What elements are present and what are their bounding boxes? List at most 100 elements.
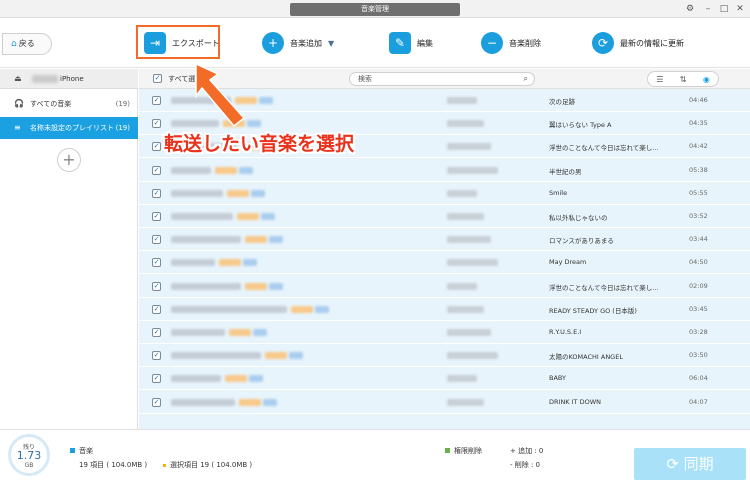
song-tag-blurred [237, 213, 259, 220]
window-title: 音楽管理 [290, 3, 460, 16]
album-name: 翼はいらない Type A [549, 121, 612, 130]
album-name: 次の足跡 [549, 98, 575, 106]
table-row[interactable]: ✓ May Dream 04:50 [139, 251, 750, 275]
artist-blurred [447, 375, 477, 383]
song-tag-blurred [253, 329, 267, 336]
row-checkbox[interactable]: ✓ [152, 397, 161, 407]
toolbar: ⌂ 戻る ⇥ エクスポート + 音楽追加 ▼ ✎ 編集 − 音楽削除 ⟳ 最新の情… [0, 18, 750, 68]
edit-button[interactable]: ✎ 編集 [389, 30, 433, 56]
artist-blurred [447, 305, 484, 313]
song-title-blurred [171, 352, 261, 360]
refresh-button[interactable]: ⟳ 最新の情報に更新 [592, 30, 684, 56]
total-items: 19 項目 ( 104.0MB ) [79, 461, 148, 469]
add-music-button[interactable]: + 音楽追加 ▼ [262, 30, 334, 56]
delete-music-button[interactable]: − 音楽削除 [481, 30, 541, 56]
artist-blurred [447, 398, 484, 406]
headphones-remove-icon: − [481, 32, 503, 54]
sort-icon[interactable]: ⇅ [680, 75, 687, 84]
sidebar-item-playlist[interactable]: ≡ 名称未設定のプレイリスト (19) [0, 117, 138, 139]
row-checkbox[interactable]: ✓ [152, 212, 161, 221]
sidebar-item-all-music[interactable]: 🎧 すべての音楽 (19) [0, 93, 138, 115]
refresh-icon: ⟳ [592, 32, 614, 54]
song-duration: 04:50 [689, 258, 708, 267]
row-checkbox[interactable]: ✓ [152, 96, 161, 105]
table-row[interactable]: ✓ 私以外私じゃないの 03:52 [139, 205, 750, 228]
device-owner-blurred [32, 75, 58, 83]
artist-blurred [447, 329, 491, 336]
album-name: 浮世のことなんて今日は忘れて楽し... [549, 144, 659, 153]
artist-blurred [447, 259, 498, 267]
row-checkbox[interactable]: ✓ [152, 142, 161, 152]
song-tag-blurred [239, 398, 261, 406]
table-row[interactable]: ✓ READY STEADY GO (日本版) 03:45 [139, 298, 750, 321]
headphones-icon: 🎧 [14, 99, 24, 108]
close-icon[interactable]: ✕ [734, 3, 746, 15]
song-tag-blurred [289, 352, 303, 360]
added-count: + 追加 : 0 [510, 447, 544, 455]
row-checkbox[interactable]: ✓ [152, 351, 161, 361]
artist-blurred [447, 189, 477, 197]
table-row[interactable]: ✓ BABY 06:04 [139, 367, 750, 391]
search-icon[interactable]: ⌕ [524, 73, 528, 85]
song-title-blurred [171, 398, 235, 406]
minimize-icon[interactable]: – [702, 3, 714, 15]
chevron-down-icon[interactable]: ▼ [328, 39, 334, 48]
row-checkbox[interactable]: ✓ [152, 165, 161, 175]
table-row[interactable]: ✓ Smile 05:55 [139, 182, 750, 205]
artist-blurred [447, 352, 498, 360]
song-duration: 06:04 [689, 374, 708, 383]
annotation-arrow [195, 62, 246, 128]
song-duration: 05:55 [689, 188, 708, 197]
table-row[interactable]: ✓ 太陽のKOMACHI ANGEL 03:50 [139, 344, 750, 368]
album-name: READY STEADY GO (日本版) [549, 306, 637, 315]
sync-icon: ⟳ [666, 455, 679, 473]
artist-blurred [447, 213, 484, 220]
row-checkbox[interactable]: ✓ [152, 328, 161, 337]
export-highlight-box [136, 25, 220, 59]
song-tag-blurred [249, 375, 263, 383]
album-name: May Dream [549, 258, 587, 267]
eject-icon[interactable]: ⏏ [14, 69, 22, 89]
row-checkbox[interactable]: ✓ [152, 281, 161, 291]
song-tag-blurred [225, 375, 247, 383]
device-header[interactable]: ⏏ iPhone [0, 69, 138, 89]
song-title-blurred [171, 189, 223, 197]
song-tag-blurred [263, 398, 277, 406]
song-tag-blurred [315, 305, 329, 313]
footer: 残り 1.73 GB 音楽 19 項目 ( 104.0MB ) 選択項目 19 … [0, 429, 750, 482]
search-input[interactable]: 検索 ⌕ [349, 72, 535, 86]
title-bar: 音楽管理 ⚙ – □ ✕ [0, 0, 750, 18]
song-title-blurred [171, 259, 215, 267]
sidebar: ⏏ iPhone 🎧 すべての音楽 (19) ≡ 名称未設定のプレイリスト (1… [0, 69, 138, 429]
restricted-label: 権限削除 [445, 446, 482, 456]
table-row[interactable]: ✓ 浮世のことなんて今日は忘れて楽し... 02:09 [139, 275, 750, 298]
row-checkbox[interactable]: ✓ [152, 304, 161, 314]
add-playlist-button[interactable]: + [57, 148, 81, 172]
row-checkbox[interactable]: ✓ [152, 258, 161, 268]
home-icon: ⌂ [11, 39, 17, 49]
song-duration: 04:07 [689, 397, 708, 406]
table-row[interactable]: ✓ DRINK IT DOWN 04:07 [139, 391, 750, 414]
artist-blurred [447, 166, 498, 174]
album-name: BABY [549, 374, 566, 383]
row-checkbox[interactable]: ✓ [152, 119, 161, 129]
back-button[interactable]: ⌂ 戻る [2, 33, 52, 55]
song-duration: 03:45 [689, 304, 708, 313]
song-title-blurred [171, 375, 221, 383]
select-all-checkbox[interactable]: ✓ [153, 74, 162, 83]
row-checkbox[interactable]: ✓ [152, 374, 161, 384]
row-checkbox[interactable]: ✓ [152, 235, 161, 245]
album-name: 太陽のKOMACHI ANGEL [549, 353, 623, 362]
list-view-icon[interactable]: ☰ [656, 75, 663, 84]
itunes-icon[interactable]: ◉ [703, 75, 710, 84]
maximize-icon[interactable]: □ [718, 3, 730, 15]
song-title-blurred [171, 213, 233, 220]
gear-icon[interactable]: ⚙ [684, 3, 696, 15]
sync-button[interactable]: ⟳ 同期 [634, 448, 746, 480]
artist-blurred [447, 143, 491, 151]
table-row[interactable]: ✓ R.Y.U.S.E.I 03:28 [139, 321, 750, 344]
table-row[interactable]: ✓ ロマンスがありあまる 03:44 [139, 228, 750, 252]
row-checkbox[interactable]: ✓ [152, 188, 161, 198]
table-row[interactable]: ✓ 半世紀の男 05:38 [139, 159, 750, 182]
song-duration: 02:09 [689, 281, 708, 290]
